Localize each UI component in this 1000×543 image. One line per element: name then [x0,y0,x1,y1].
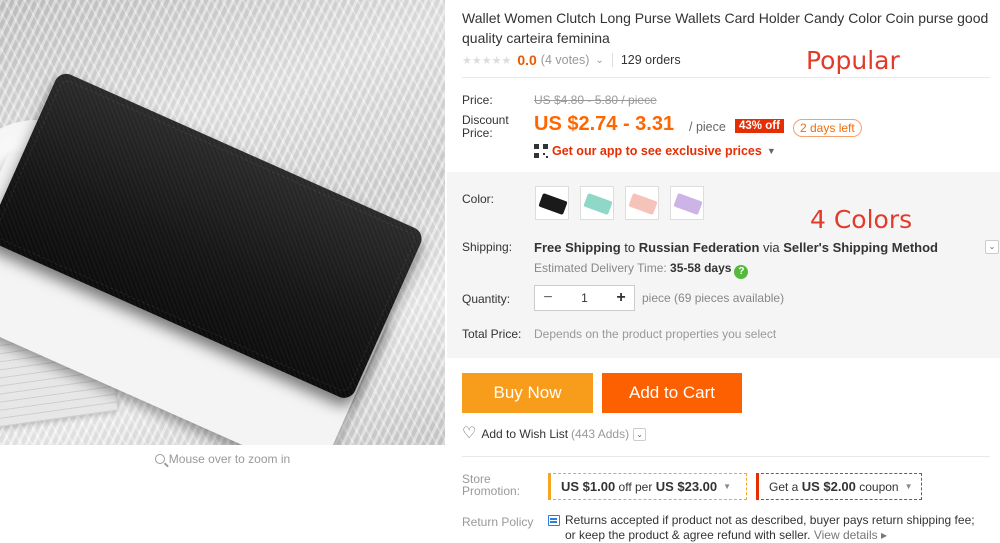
swatch-fill [628,192,658,216]
quantity-label: Quantity: [462,292,511,306]
divider [462,77,990,78]
days-left-badge: 2 days left [793,119,862,137]
discount-price-label: Discount Price: [462,113,509,140]
price-label: Price: [462,93,493,107]
color-swatch-black[interactable] [535,186,569,220]
caret-down-icon: ▼ [766,146,776,156]
chevron-down-icon[interactable]: ⌄ [595,55,603,66]
annotation-popular: Popular [806,46,900,75]
quantity-input[interactable]: 1 [561,291,608,305]
heart-icon: ♡ [462,425,477,442]
color-swatch-pink[interactable] [625,186,659,220]
total-price-note: Depends on the product properties you se… [534,327,777,341]
buy-now-button[interactable]: Buy Now [462,373,593,413]
color-swatch-lavender[interactable] [670,186,704,220]
product-title: Wallet Women Clutch Long Purse Wallets C… [462,10,989,46]
price-unit: / piece [689,120,726,134]
divider [611,53,613,67]
caret-down-icon: ▼ [904,482,913,491]
wishlist-count: (443 Adds) [571,427,630,441]
view-details-link[interactable]: View details ▸ [814,528,887,542]
wishlist-link[interactable]: ♡ Add to Wish List (443 Adds) ⌄ [462,425,647,442]
swatch-fill [583,192,613,216]
annotation-colors: 4 Colors [810,205,913,234]
help-icon[interactable]: ? [734,265,749,279]
product-image[interactable] [0,0,445,445]
orders-count: 129 orders [620,53,681,67]
votes-count[interactable]: (4 votes) [541,53,590,67]
rating-value: 0.0 [517,52,537,68]
qr-code-icon [534,144,548,158]
shipping-label: Shipping: [462,240,513,254]
discount-price: US $2.74 - 3.31 [534,113,675,135]
product-page: Mouse over to zoom in Wallet Women Clutc… [0,0,1000,543]
quantity-stepper: − 1 + [534,285,635,311]
swatch-fill [673,192,703,216]
delivery-time: Estimated Delivery Time: 35-58 days? [534,261,749,279]
decrease-button[interactable]: − [535,286,561,310]
total-price-label: Total Price: [462,327,522,341]
shipping-info: Free Shipping to Russian Federation via … [534,240,939,255]
return-policy-text: Returns accepted if product not as descr… [565,513,975,542]
quantity-availability: piece (69 pieces available) [642,291,785,305]
return-policy-label: Return Policy [462,515,534,529]
shipping-dropdown-icon[interactable]: ⌄ [985,240,999,254]
store-coupon-1[interactable]: US $1.00 off per US $23.00 ▼ [548,473,747,500]
divider [462,456,990,457]
original-price: US $4.80 - 5.80 / piece [534,93,657,107]
color-label: Color: [462,192,495,206]
rating-row: ★★★★★ 0.0 (4 votes) ⌄ 129 orders [462,52,681,68]
increase-button[interactable]: + [608,286,634,310]
chevron-down-icon[interactable]: ⌄ [633,427,647,441]
add-to-cart-button[interactable]: Add to Cart [602,373,742,413]
magnifier-icon [154,454,165,464]
color-swatch-mint[interactable] [580,186,614,220]
app-prices-link[interactable]: Get our app to see exclusive prices ▼ [534,144,776,158]
zoom-hint: Mouse over to zoom in [0,452,445,466]
store-promotion-label: Store Promotion: [462,472,521,498]
caret-down-icon: ▼ [723,482,732,491]
swatch-fill [538,192,568,216]
store-coupon-2[interactable]: Get a US $2.00 coupon ▼ [756,473,922,500]
policy-icon [548,515,560,526]
discount-badge: 43% off [735,119,784,133]
star-rating-icon: ★★★★★ [462,54,512,67]
